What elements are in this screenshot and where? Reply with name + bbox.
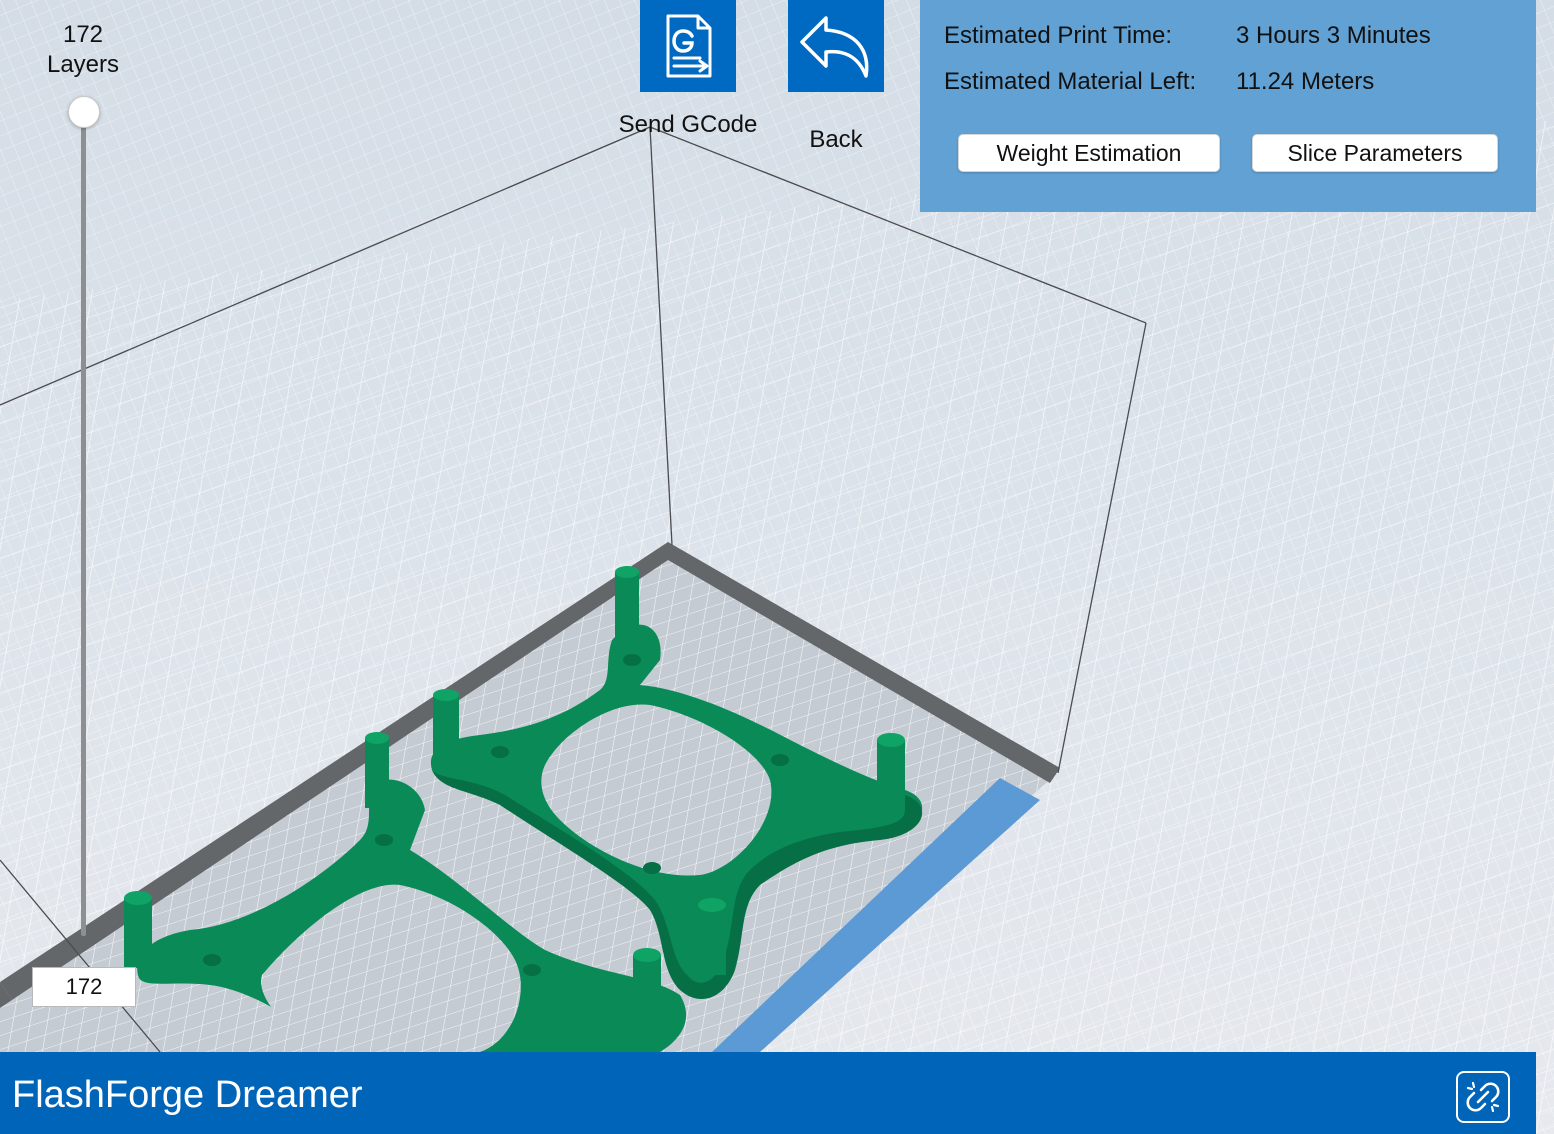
layer-count-unit: Layers	[46, 51, 120, 78]
print-time-label: Estimated Print Time:	[944, 22, 1173, 49]
estimate-panel: Estimated Print Time: 3 Hours 3 Minutes …	[920, 0, 1536, 212]
disconnect-printer-button[interactable]	[1456, 1071, 1510, 1123]
current-layer-input[interactable]	[32, 967, 136, 1007]
undo-arrow-icon	[800, 16, 869, 78]
slicer-window: 172 Layers Send GCode Back Estimated Pri…	[0, 0, 1554, 1134]
send-gcode-label: Send GCode	[618, 111, 758, 138]
gcode-file-send-icon	[666, 14, 712, 78]
material-left-label: Estimated Material Left:	[944, 68, 1197, 95]
material-left-value: 11.24 Meters	[1236, 68, 1375, 95]
weight-estimation-button[interactable]: Weight Estimation	[958, 134, 1220, 172]
layer-count-label: 172 Layers	[28, 20, 138, 80]
layer-slider-handle[interactable]	[68, 96, 100, 128]
broken-link-icon	[1466, 1081, 1500, 1113]
back-button[interactable]	[788, 0, 884, 92]
layer-count-value: 172	[62, 21, 104, 48]
send-gcode-button[interactable]	[640, 0, 736, 92]
back-label: Back	[809, 126, 863, 153]
printer-status-bar: FlashForge Dreamer	[0, 1052, 1536, 1134]
layer-slider-track[interactable]	[81, 114, 86, 936]
printer-name: FlashForge Dreamer	[12, 1074, 363, 1116]
print-time-value: 3 Hours 3 Minutes	[1236, 22, 1431, 49]
slice-parameters-button[interactable]: Slice Parameters	[1252, 134, 1498, 172]
